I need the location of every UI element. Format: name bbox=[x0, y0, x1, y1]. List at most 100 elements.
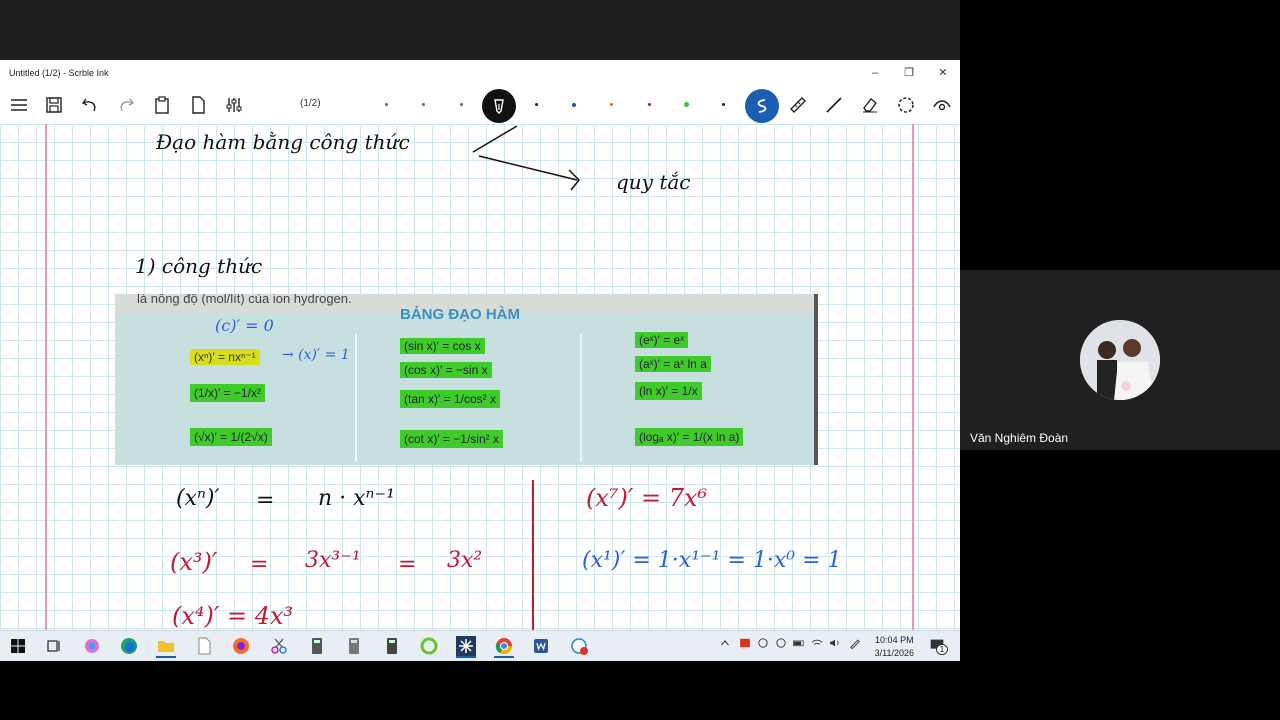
left-eq1-rhs: n · xⁿ⁻¹ bbox=[318, 486, 395, 511]
tray-app-2[interactable] bbox=[774, 636, 788, 656]
app-button-green[interactable] bbox=[419, 636, 439, 656]
color-dot-3[interactable] bbox=[460, 103, 463, 106]
tray-overflow-button[interactable] bbox=[718, 636, 732, 656]
view-button[interactable] bbox=[928, 91, 956, 119]
zalo-button[interactable] bbox=[569, 636, 589, 656]
calculator-button-3[interactable] bbox=[382, 636, 402, 656]
color-dot-green[interactable] bbox=[684, 102, 689, 107]
color-dot-dark[interactable] bbox=[722, 103, 725, 106]
scrble-ink-taskbar-button[interactable] bbox=[456, 636, 476, 658]
notification-center-button[interactable]: 1 bbox=[928, 636, 948, 656]
notepad-button[interactable] bbox=[194, 636, 214, 656]
firefox-icon bbox=[233, 638, 249, 654]
pen-tool-button[interactable] bbox=[482, 89, 516, 123]
toolbar: (1/2) bbox=[0, 86, 960, 124]
redo-button[interactable] bbox=[112, 91, 140, 119]
color-dot-1[interactable] bbox=[385, 103, 388, 106]
heading-right: quy tắc bbox=[616, 170, 691, 194]
new-page-button[interactable] bbox=[184, 91, 212, 119]
system-clock[interactable]: 10:04 PM 3/11/2026 bbox=[875, 634, 914, 660]
color-dot-crimson[interactable] bbox=[648, 103, 651, 106]
clipboard-icon bbox=[155, 96, 169, 114]
photo-col2-item-2: (cos x)′ = −sin x bbox=[400, 362, 492, 378]
chat-icon bbox=[571, 638, 588, 655]
color-dot-2[interactable] bbox=[422, 103, 425, 106]
lasso-icon bbox=[898, 97, 914, 113]
tray-volume[interactable] bbox=[828, 636, 842, 656]
right-eq2: (x¹)′ = 1·x¹⁻¹ = 1·x⁰ = 1 bbox=[582, 548, 842, 573]
wifi-icon bbox=[811, 639, 823, 645]
top-black-bar bbox=[0, 0, 960, 60]
maximize-button[interactable]: ❐ bbox=[892, 60, 926, 86]
save-button[interactable] bbox=[40, 91, 68, 119]
pen-icon bbox=[850, 639, 860, 650]
menu-button[interactable] bbox=[5, 91, 33, 119]
smart-ink-button[interactable] bbox=[745, 89, 779, 123]
photo-col3-item-2: (aˣ)′ = aˣ ln a bbox=[635, 356, 711, 372]
left-eq2-rhs: 3x² bbox=[447, 548, 483, 573]
calculator-icon bbox=[349, 638, 359, 654]
file-explorer-button[interactable] bbox=[156, 636, 176, 658]
calculator-button-2[interactable] bbox=[344, 636, 364, 656]
copilot-button[interactable] bbox=[82, 636, 102, 656]
eraser-button[interactable] bbox=[856, 91, 884, 119]
right-eq1: (x⁷)′ = 7x⁶ bbox=[586, 484, 708, 512]
left-eq2-equals2: = bbox=[398, 552, 417, 577]
edge-button[interactable] bbox=[119, 636, 139, 656]
squiggle-icon bbox=[757, 99, 767, 113]
info-icon bbox=[758, 638, 768, 648]
line-icon bbox=[826, 97, 842, 113]
eye-icon bbox=[933, 100, 951, 111]
word-button[interactable] bbox=[531, 636, 551, 656]
photo-col3-item-1: (eˣ)′ = eˣ bbox=[635, 332, 689, 348]
calculator-button-1[interactable] bbox=[307, 636, 327, 656]
minimize-button[interactable]: – bbox=[858, 60, 892, 86]
task-view-button[interactable] bbox=[44, 636, 64, 656]
task-view-icon bbox=[47, 640, 60, 652]
window-title: Untitled (1/2) - Scrble Ink bbox=[9, 68, 109, 78]
photo-top-text: là nồng độ (mol/lít) của ion hydrogen. bbox=[137, 294, 352, 306]
firefox-button[interactable] bbox=[231, 636, 251, 656]
video-participant-tile[interactable]: Văn Nghiêm Đoàn bbox=[960, 270, 1280, 450]
copilot-icon bbox=[85, 639, 99, 653]
undo-button[interactable] bbox=[76, 91, 104, 119]
participant-name: Văn Nghiêm Đoàn bbox=[970, 431, 1069, 445]
undo-icon bbox=[81, 98, 96, 112]
redo-icon bbox=[120, 98, 135, 112]
color-dot-black[interactable] bbox=[535, 103, 538, 106]
calculator-icon bbox=[387, 638, 397, 654]
paste-button[interactable] bbox=[148, 91, 176, 119]
lasso-button[interactable] bbox=[892, 91, 920, 119]
settings-button[interactable] bbox=[220, 91, 248, 119]
ruler-icon bbox=[790, 97, 806, 113]
left-eq3: (x⁴)′ = 4x³ bbox=[172, 602, 294, 630]
clock-date: 3/11/2026 bbox=[874, 648, 914, 658]
sliders-icon bbox=[226, 98, 242, 112]
folder-icon bbox=[158, 641, 174, 652]
eraser-icon bbox=[863, 98, 877, 113]
ink-canvas[interactable]: Đạo hàm bằng công thức quy tắc 1) công t… bbox=[0, 124, 960, 630]
document-icon bbox=[198, 637, 211, 655]
calculator-icon bbox=[312, 638, 322, 654]
tray-battery[interactable] bbox=[792, 636, 806, 656]
line-button[interactable] bbox=[820, 91, 848, 119]
close-button[interactable]: ✕ bbox=[926, 60, 960, 86]
photo-handwritten-x: → (x)′ = 1 bbox=[282, 347, 350, 363]
tray-pen[interactable] bbox=[848, 636, 862, 656]
textbook-photo: là nồng độ (mol/lít) của ion hydrogen. B… bbox=[115, 294, 818, 465]
snipping-tool-button[interactable] bbox=[269, 636, 289, 656]
tray-wifi[interactable] bbox=[810, 636, 824, 656]
color-dot-orange[interactable] bbox=[610, 103, 613, 106]
scrble-ink-window: Untitled (1/2) - Scrble Ink – ❐ ✕ (1/2) bbox=[0, 60, 960, 630]
ruler-button[interactable] bbox=[784, 91, 812, 119]
tray-antivirus[interactable] bbox=[738, 636, 752, 656]
title-bar: Untitled (1/2) - Scrble Ink – ❐ ✕ bbox=[0, 60, 960, 86]
chrome-button[interactable] bbox=[494, 636, 514, 658]
color-dot-blue[interactable] bbox=[572, 103, 576, 107]
left-eq2-equals: = bbox=[250, 552, 269, 577]
chrome-icon bbox=[495, 638, 513, 655]
speaker-icon bbox=[830, 639, 839, 647]
tray-app-1[interactable] bbox=[756, 636, 770, 656]
start-button[interactable] bbox=[8, 636, 28, 656]
photo-col2-item-4: (cot x)′ = −1/sin² x bbox=[400, 430, 503, 448]
